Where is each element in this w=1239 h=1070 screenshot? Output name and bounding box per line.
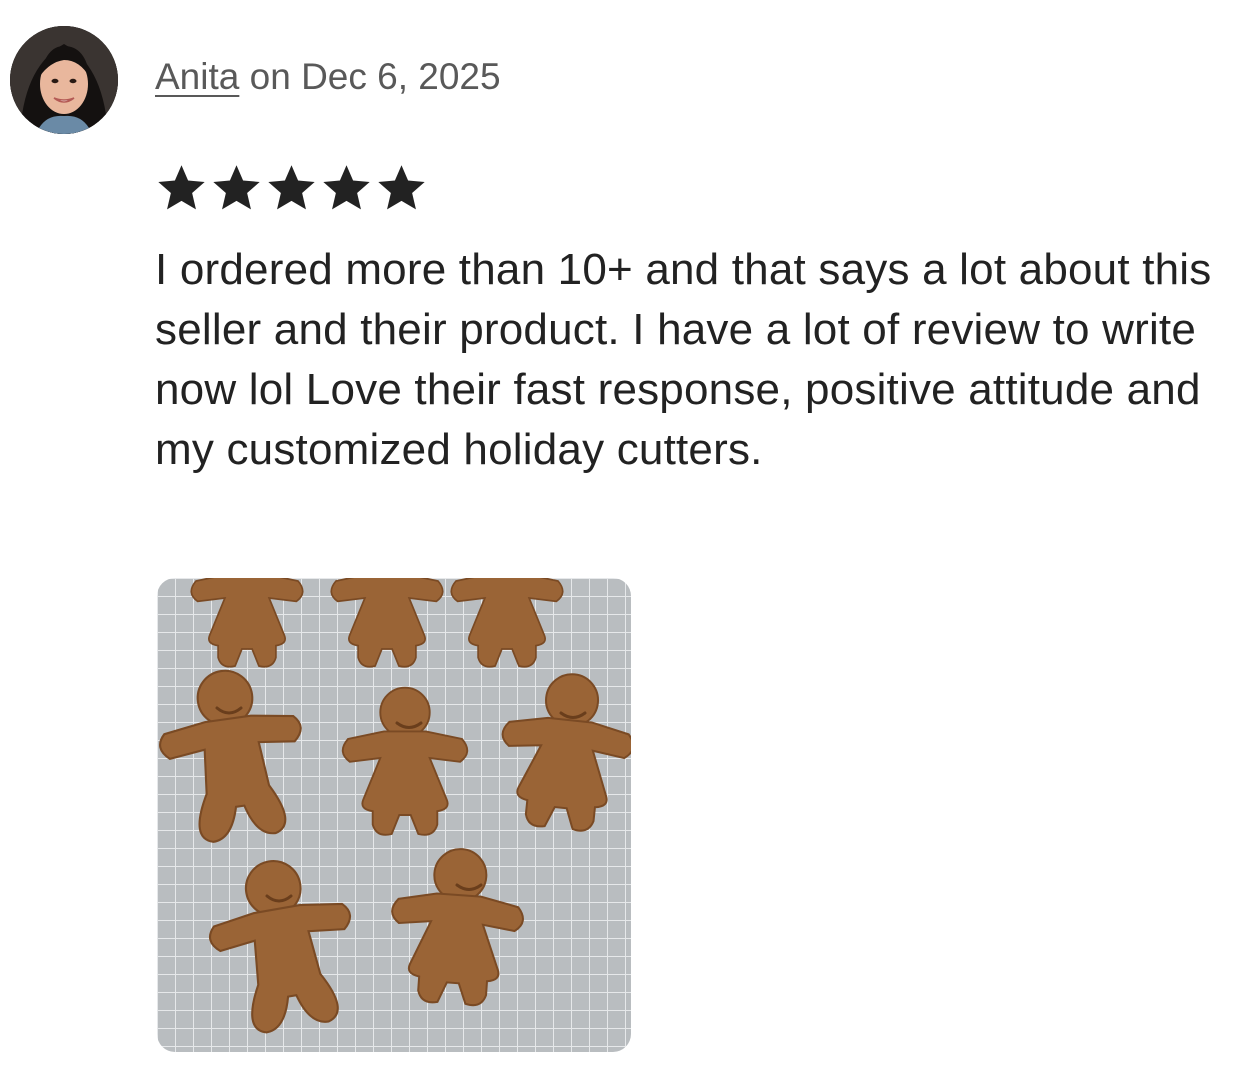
gingerbread-cookies-image — [157, 578, 631, 1052]
author-link[interactable]: Anita — [155, 56, 239, 97]
date-prefix: on — [239, 56, 302, 97]
star-icon — [323, 165, 370, 210]
review-date: Dec 6, 2025 — [301, 56, 501, 97]
reviewer-photo — [10, 26, 118, 134]
reviewer-avatar[interactable] — [10, 26, 118, 134]
star-icon — [268, 165, 315, 210]
star-icon — [158, 165, 205, 210]
star-icon — [378, 165, 425, 210]
star-icon — [213, 165, 260, 210]
star-rating — [156, 162, 427, 213]
review-meta: Anita on Dec 6, 2025 — [155, 56, 501, 98]
review-text: I ordered more than 10+ and that says a … — [155, 245, 1212, 474]
review-photo[interactable] — [157, 578, 631, 1052]
